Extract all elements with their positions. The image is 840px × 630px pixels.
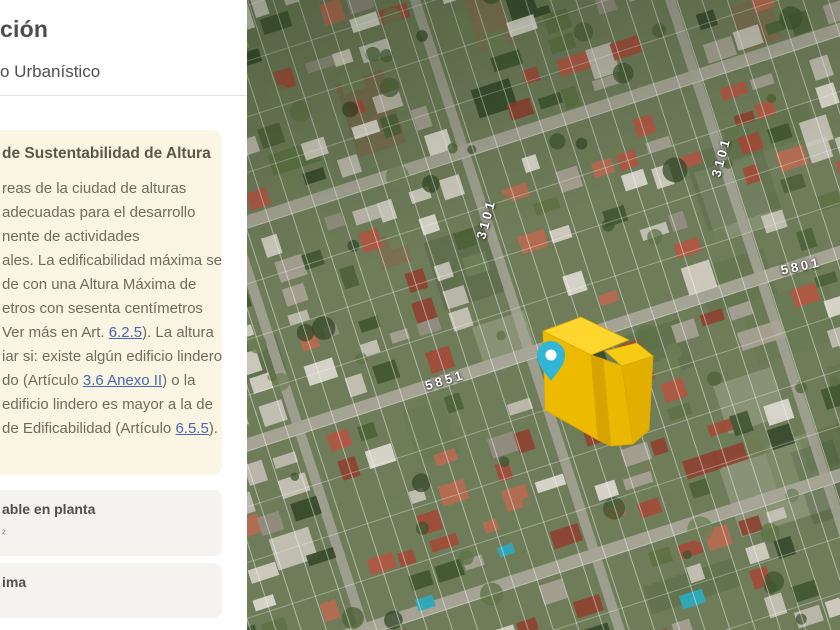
application-window: ción o Urbanístico de Sustentabilidad de…: [0, 0, 840, 630]
article-link[interactable]: 3.6 Anexo II: [83, 372, 162, 389]
info-card-line: Ver más en Art. 6.2.5). La altura: [2, 321, 214, 345]
text-fragment: iar si: existe algún edificio lindero: [2, 348, 223, 365]
map-canvas[interactable]: 3101 3101 5851 5801: [247, 0, 840, 630]
info-card-text: reas de la ciudad de alturas adecuadas pa…: [2, 177, 222, 441]
info-card-line: edificio lindero es mayor a la de: [2, 393, 214, 417]
text-fragment: nente de actividades: [2, 228, 140, 245]
text-fragment: de con una Altura Máxima de: [2, 276, 197, 293]
info-card-line: reas de la ciudad de alturas: [2, 177, 214, 201]
page-subtitle: o Urbanístico: [0, 62, 101, 81]
text-fragment: Ver más en Art.: [2, 324, 109, 341]
info-card-line: de con una Altura Máxima de: [2, 273, 214, 297]
text-fragment: etros con sesenta centímetros: [2, 300, 203, 317]
info-card-line: iar si: existe algún edificio lindero: [2, 345, 222, 369]
info-card-line: adecuadas para el desarrollo: [2, 201, 214, 225]
info-card-line: ales. La edificabilidad máxima se: [2, 249, 222, 273]
info-card-line: nente de actividades: [2, 225, 214, 249]
info-card-line: do (Artículo 3.6 Anexo II) o la: [2, 369, 214, 393]
info-card-line: etros con sesenta centímetros: [2, 297, 214, 321]
text-fragment: do (Artículo: [2, 372, 83, 389]
header-divider: [0, 95, 247, 96]
stat-card-buildable-area: able en planta ²: [0, 490, 222, 556]
info-card-title: de Sustentabilidad de Altura: [2, 145, 211, 162]
text-fragment: ). La altura: [142, 324, 214, 341]
stat-value: ²: [2, 528, 6, 540]
text-fragment: adecuadas para el desarrollo: [2, 204, 196, 221]
article-link[interactable]: 6.5.5: [175, 420, 208, 437]
map-pin-dot: [545, 349, 557, 361]
page-title: ción: [0, 16, 49, 42]
text-fragment: ) o la: [162, 372, 196, 389]
stat-label: able en planta: [2, 501, 96, 517]
text-fragment: ales. La edificabilidad máxima se: [2, 252, 223, 269]
stat-label: ima: [2, 574, 27, 590]
zoning-info-card: de Sustentabilidad de Altura reas de la …: [0, 130, 222, 475]
info-card-line: de Edificabilidad (Artículo 6.5.5).: [2, 417, 218, 441]
text-fragment: edificio lindero es mayor a la de: [2, 396, 213, 413]
left-panel: ción o Urbanístico de Sustentabilidad de…: [0, 0, 247, 630]
text-fragment: de Edificabilidad (Artículo: [2, 420, 176, 437]
article-link[interactable]: 6.2.5: [109, 324, 142, 341]
stat-card-max-height: ima: [0, 563, 222, 618]
text-fragment: ).: [208, 420, 218, 437]
aerial-imagery-texture: [247, 0, 840, 630]
text-fragment: reas de la ciudad de alturas: [2, 180, 187, 197]
